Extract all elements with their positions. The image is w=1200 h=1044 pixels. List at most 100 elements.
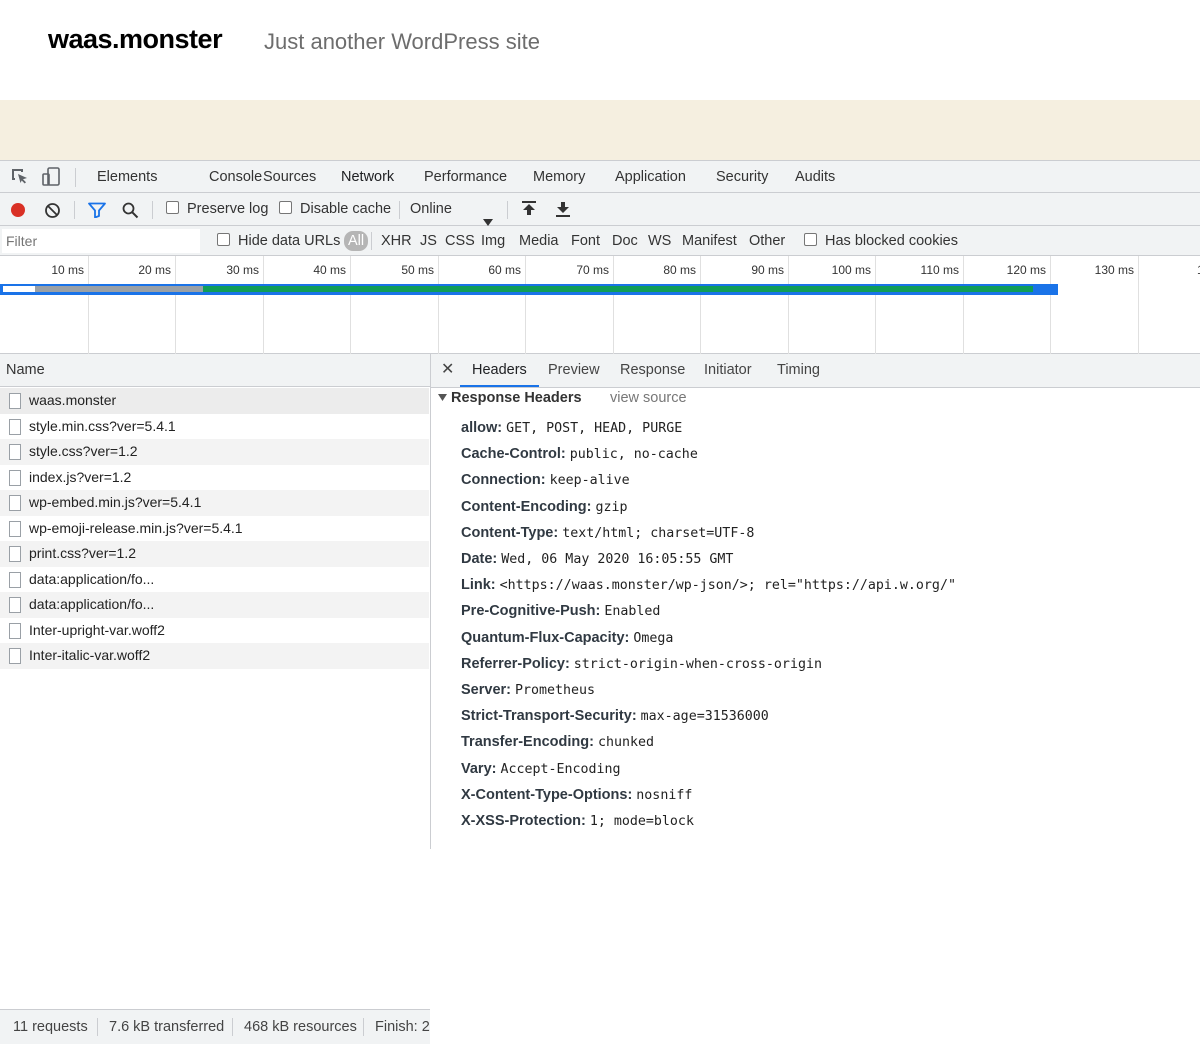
- status-separator: [363, 1018, 364, 1036]
- tab-security[interactable]: Security: [703, 161, 781, 193]
- request-name: Inter-italic-var.woff2: [29, 647, 151, 663]
- view-source-link[interactable]: view source: [610, 390, 687, 406]
- disable-cache-label: Disable cache: [300, 201, 392, 217]
- tab-elements[interactable]: Elements: [84, 161, 170, 193]
- request-row[interactable]: data:application/fo...: [0, 592, 429, 618]
- name-column-header[interactable]: Name: [0, 354, 430, 387]
- tab-sources[interactable]: Sources: [250, 161, 329, 193]
- timeline-gridline: [1050, 256, 1051, 354]
- filter-type-css[interactable]: CSS: [445, 226, 475, 256]
- timeline-overview[interactable]: 10 ms 20 ms 30 ms 40 ms 50 ms 60 ms 70 ms 80 ms…: [0, 256, 1200, 354]
- timeline-tick-label: 100 ms: [831, 263, 871, 277]
- status-requests: 11 requests: [13, 1019, 88, 1035]
- request-row[interactable]: print.css?ver=1.2: [0, 541, 429, 567]
- filter-type-js[interactable]: JS: [420, 226, 437, 256]
- device-toolbar-icon[interactable]: [41, 167, 61, 187]
- toolbar-separator: [507, 201, 508, 219]
- header-value: strict-origin-when-cross-origin: [573, 656, 822, 672]
- preserve-log-checkbox[interactable]: Preserve log: [166, 193, 268, 226]
- timeline-tick-label: 90 ms: [751, 263, 784, 277]
- filter-type-font[interactable]: Font: [571, 226, 600, 256]
- file-icon: [9, 520, 21, 537]
- filter-type-manifest[interactable]: Manifest: [682, 226, 737, 256]
- timeline-tick-label: 10 ms: [51, 263, 84, 277]
- request-row[interactable]: style.min.css?ver=5.4.1: [0, 414, 429, 440]
- filter-input[interactable]: [2, 229, 200, 253]
- timeline-segment-waiting: [35, 286, 203, 292]
- detail-tab-timing[interactable]: Timing: [765, 354, 832, 385]
- has-blocked-cookies-checkbox[interactable]: Has blocked cookies: [804, 226, 958, 256]
- response-header-row: Cache-Control: public, no-cache: [461, 441, 698, 467]
- request-row[interactable]: index.js?ver=1.2: [0, 465, 429, 491]
- timeline-tick-label: 130 ms: [1094, 263, 1134, 277]
- file-icon: [9, 495, 21, 511]
- response-header-row: Content-Type: text/html; charset=UTF-8: [461, 520, 754, 546]
- detail-tab-initiator[interactable]: Initiator: [692, 354, 764, 385]
- header-name: allow:: [461, 420, 503, 436]
- request-row[interactable]: waas.monster: [0, 388, 429, 414]
- status-separator: [97, 1018, 98, 1036]
- response-header-row: X-Content-Type-Options: nosniff: [461, 782, 692, 808]
- checkbox-box[interactable]: [166, 201, 179, 214]
- header-value: Enabled: [604, 604, 661, 620]
- tab-memory[interactable]: Memory: [520, 161, 598, 193]
- response-header-row: Connection: keep-alive: [461, 467, 630, 493]
- tab-audits[interactable]: Audits: [782, 161, 848, 193]
- filter-icon[interactable]: [88, 202, 106, 221]
- tab-performance[interactable]: Performance: [411, 161, 520, 193]
- timeline-tick-label: 30 ms: [226, 263, 259, 277]
- request-row[interactable]: wp-embed.min.js?ver=5.4.1: [0, 490, 429, 516]
- request-row[interactable]: style.css?ver=1.2: [0, 439, 429, 465]
- detail-tab-headers[interactable]: Headers: [460, 354, 539, 387]
- response-header-row: Link: <https://waas.monster/wp-json/>; re…: [461, 572, 956, 598]
- request-name: print.css?ver=1.2: [29, 545, 136, 561]
- clear-icon[interactable]: [44, 202, 61, 222]
- inspect-element-icon[interactable]: [10, 167, 30, 187]
- timeline-gridline: [1138, 256, 1139, 354]
- request-name: data:application/fo...: [29, 596, 155, 612]
- filter-type-other[interactable]: Other: [749, 226, 785, 256]
- timeline-gridline: [263, 256, 264, 354]
- tab-application[interactable]: Application: [602, 161, 699, 193]
- response-headers-section[interactable]: Response Headers: [438, 390, 582, 406]
- filter-type-doc[interactable]: Doc: [612, 226, 638, 256]
- response-header-row: Strict-Transport-Security: max-age=315360…: [461, 703, 769, 729]
- filter-type-img[interactable]: Img: [481, 226, 505, 256]
- disable-cache-checkbox[interactable]: Disable cache: [279, 193, 391, 226]
- header-name: Referrer-Policy:: [461, 655, 570, 672]
- header-name: Connection:: [461, 472, 546, 489]
- request-row[interactable]: Inter-upright-var.woff2: [0, 618, 429, 644]
- toolbar-separator: [75, 168, 76, 187]
- checkbox-box[interactable]: [804, 233, 817, 246]
- search-icon[interactable]: [122, 202, 139, 222]
- throttling-select[interactable]: Online: [410, 193, 495, 226]
- filter-type-ws[interactable]: WS: [648, 226, 671, 256]
- hide-data-urls-checkbox[interactable]: Hide data URLs: [217, 226, 340, 256]
- request-row[interactable]: Inter-italic-var.woff2: [0, 643, 429, 669]
- header-value: text/html; charset=UTF-8: [562, 525, 755, 541]
- record-icon[interactable]: [11, 203, 25, 217]
- export-har-icon[interactable]: [555, 201, 571, 221]
- header-name: Cache-Control:: [461, 446, 566, 463]
- timeline-segment-queued: [3, 286, 35, 292]
- timeline-gridline: [613, 256, 614, 354]
- detail-tab-preview[interactable]: Preview: [536, 354, 612, 385]
- close-icon[interactable]: ✕: [441, 354, 454, 385]
- site-title[interactable]: waas.monster: [48, 24, 223, 55]
- checkbox-box[interactable]: [217, 233, 230, 246]
- filter-type-media[interactable]: Media: [519, 226, 559, 256]
- header-value: gzip: [595, 499, 628, 515]
- detail-tab-bar: ✕ Headers Preview Response Initiator Timing: [431, 354, 1200, 388]
- timeline-gridline: [88, 256, 89, 354]
- import-har-icon[interactable]: [521, 201, 537, 221]
- checkbox-box[interactable]: [279, 201, 292, 214]
- response-header-row: Transfer-Encoding: chunked: [461, 729, 654, 755]
- request-name: wp-emoji-release.min.js?ver=5.4.1: [29, 519, 243, 536]
- filter-type-xhr[interactable]: XHR: [381, 226, 412, 256]
- filter-type-all[interactable]: All: [344, 231, 369, 251]
- request-row[interactable]: wp-emoji-release.min.js?ver=5.4.1: [0, 516, 429, 542]
- request-row[interactable]: data:application/fo...: [0, 567, 429, 593]
- tab-network[interactable]: Network: [328, 161, 408, 195]
- timeline-tick-label: 50 ms: [401, 263, 434, 277]
- detail-tab-response[interactable]: Response: [608, 354, 697, 385]
